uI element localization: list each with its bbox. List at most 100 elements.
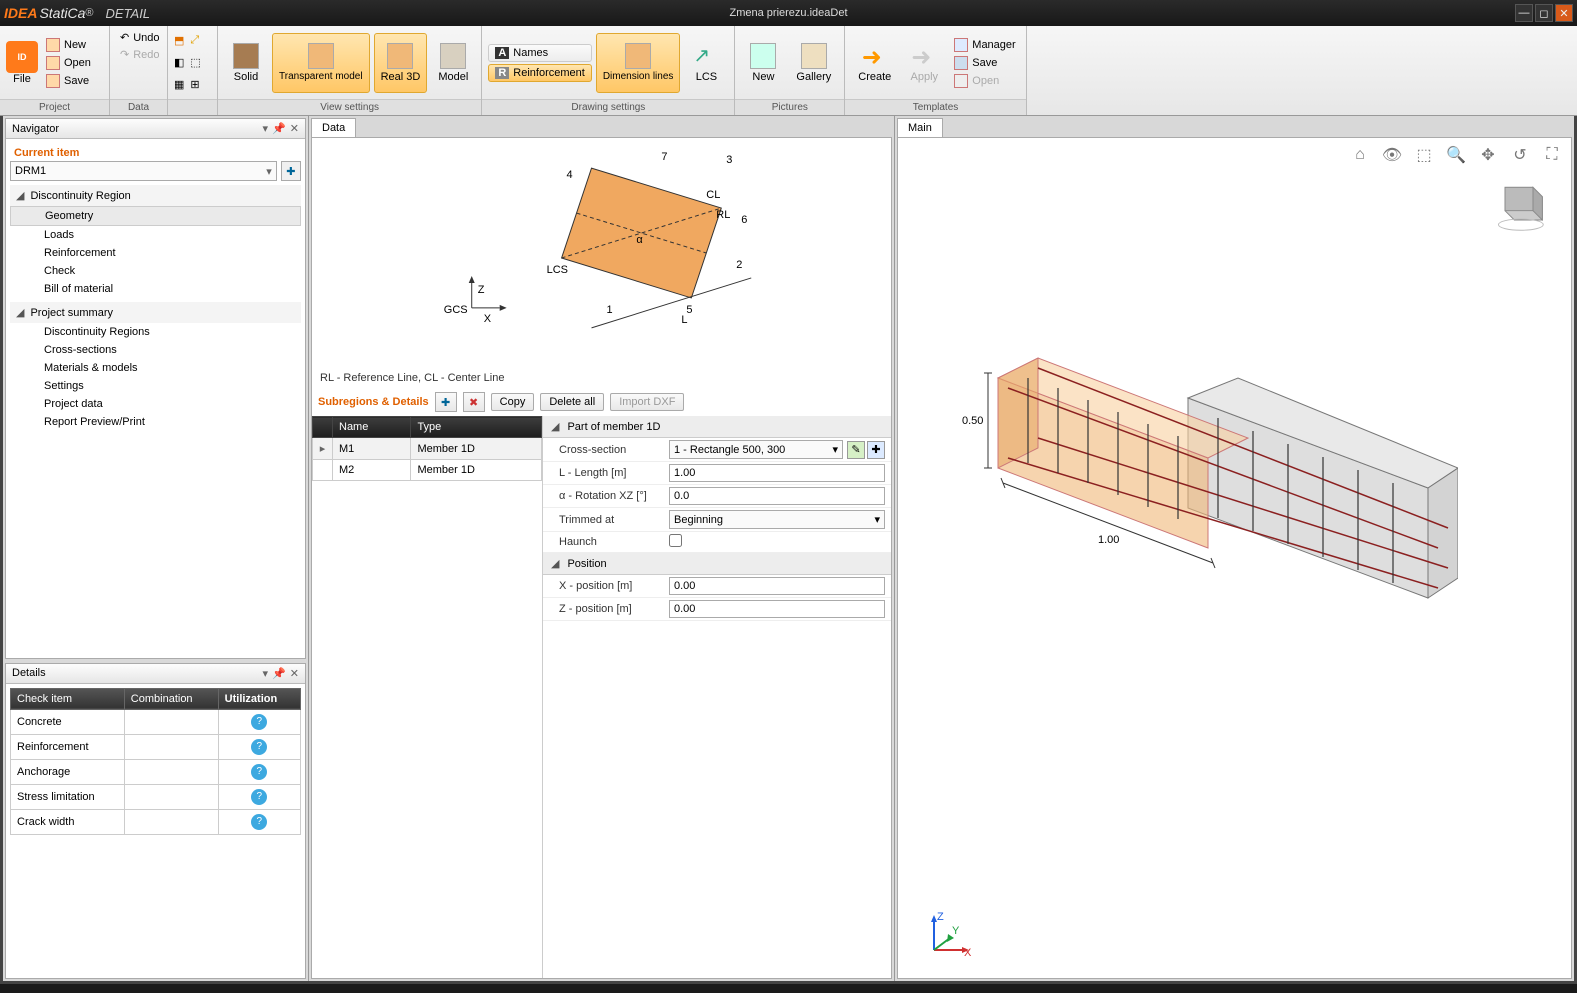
data-tab[interactable]: Data <box>311 118 356 137</box>
toggle-icon[interactable]: ⤢ <box>190 34 199 47</box>
info-icon[interactable]: ? <box>251 739 267 755</box>
panel-close-icon[interactable]: ✕ <box>290 122 299 135</box>
nav-item[interactable]: Report Preview/Print <box>10 413 301 431</box>
gallery-button[interactable]: Gallery <box>789 33 838 93</box>
3d-viewport[interactable]: ⌂ 👁 ⬚ 🔍 ✥ ↺ ⛶ <box>897 137 1572 979</box>
dimension-lines-button[interactable]: Dimension lines <box>596 33 681 93</box>
solid-button[interactable]: Solid <box>224 33 268 93</box>
info-icon[interactable]: ? <box>251 789 267 805</box>
panel-menu-icon[interactable]: ▾ <box>263 122 269 135</box>
pin-icon[interactable]: 📌 <box>272 122 286 135</box>
geometry-diagram: 3 7 4 6 2 5 1 CL RL LCS α L <box>312 138 891 368</box>
new-picture-button[interactable]: New <box>741 33 785 93</box>
reinforcement-toggle[interactable]: RReinforcement <box>488 64 592 82</box>
template-open-button[interactable]: Open <box>950 73 1019 89</box>
file-icon: ID <box>6 41 38 73</box>
minimize-button[interactable]: — <box>1515 4 1533 22</box>
info-icon[interactable]: ? <box>251 814 267 830</box>
svg-text:4: 4 <box>567 169 573 181</box>
x-position-input[interactable] <box>669 577 885 595</box>
nav-item[interactable]: Bill of material <box>10 280 301 298</box>
undo-button[interactable]: ↶ Undo <box>116 30 164 45</box>
main-tab[interactable]: Main <box>897 118 943 137</box>
import-dxf-button[interactable]: Import DXF <box>610 393 684 411</box>
copy-button[interactable]: Copy <box>491 393 535 411</box>
model-button[interactable]: Model <box>431 33 475 93</box>
nav-item[interactable]: Geometry <box>10 206 301 226</box>
z-position-input[interactable] <box>669 600 885 618</box>
panel-close-icon[interactable]: ✕ <box>290 667 299 680</box>
nav-item[interactable]: Check <box>10 262 301 280</box>
home-view-icon[interactable]: ⌂ <box>1349 144 1371 166</box>
nav-item[interactable]: Reinforcement <box>10 244 301 262</box>
subregions-title: Subregions & Details <box>318 396 429 408</box>
zoom-icon[interactable]: 🔍 <box>1445 144 1467 166</box>
details-header: Details ▾📌✕ <box>6 664 305 684</box>
panel-menu-icon[interactable]: ▾ <box>263 667 269 680</box>
subregions-grid[interactable]: NameType ▸M1Member 1DM2Member 1D <box>312 416 542 481</box>
length-input[interactable] <box>669 464 885 482</box>
trimmed-select[interactable]: Beginning▾ <box>669 510 885 529</box>
file-button[interactable]: File <box>13 73 31 85</box>
toggle-icon[interactable]: ⬚ <box>190 56 200 69</box>
delete-subregion-button[interactable]: ✖ <box>463 392 485 412</box>
pan-icon[interactable]: ✥ <box>1477 144 1499 166</box>
nav-item[interactable]: Discontinuity Regions <box>10 323 301 341</box>
rotate-icon[interactable]: ↺ <box>1509 144 1531 166</box>
nav-item[interactable]: Settings <box>10 377 301 395</box>
apply-template-button[interactable]: ➜Apply <box>902 33 946 93</box>
create-template-button[interactable]: ➜Create <box>851 33 898 93</box>
add-cross-section-icon[interactable]: ✚ <box>867 441 885 459</box>
product-name: DETAIL <box>105 6 150 21</box>
nav-item[interactable]: Cross-sections <box>10 341 301 359</box>
cross-section-select[interactable]: 1 - Rectangle 500, 300▾ <box>669 440 843 459</box>
grid-row[interactable]: M2Member 1D <box>313 460 542 481</box>
delete-all-button[interactable]: Delete all <box>540 393 604 411</box>
edit-cross-section-icon[interactable]: ✎ <box>847 441 865 459</box>
eye-icon[interactable]: 👁 <box>1381 144 1403 166</box>
fullscreen-icon[interactable]: ⛶ <box>1541 144 1563 166</box>
svg-text:0.50: 0.50 <box>962 415 983 427</box>
lcs-button[interactable]: ↗LCS <box>684 33 728 93</box>
3d-model: 0.50 1.00 <box>958 338 1458 698</box>
svg-text:X: X <box>964 947 972 959</box>
nav-group[interactable]: ◢Project summary <box>10 302 301 323</box>
brand-logo: IDEA <box>4 5 37 21</box>
toggle-icon[interactable]: ▦ <box>174 78 184 91</box>
info-icon[interactable]: ? <box>251 764 267 780</box>
redo-button[interactable]: ↷ Redo <box>116 47 164 62</box>
save-button[interactable]: Save <box>42 73 95 89</box>
maximize-button[interactable]: ◻ <box>1535 4 1553 22</box>
view-cube[interactable] <box>1491 178 1547 234</box>
add-item-button[interactable]: ✚ <box>281 161 301 181</box>
select-icon[interactable]: ⬚ <box>1413 144 1435 166</box>
names-toggle[interactable]: ANames <box>488 44 592 62</box>
nav-item[interactable]: Loads <box>10 226 301 244</box>
toggle-icon[interactable]: ◧ <box>174 56 184 69</box>
new-button[interactable]: New <box>42 37 95 53</box>
rotation-input[interactable] <box>669 487 885 505</box>
svg-text:X: X <box>484 313 492 325</box>
document-title: Zmena prierezu.ideaDet <box>729 7 847 19</box>
svg-text:2: 2 <box>736 259 742 271</box>
nav-item[interactable]: Materials & models <box>10 359 301 377</box>
add-subregion-button[interactable]: ✚ <box>435 392 457 412</box>
real-3d-button[interactable]: Real 3D <box>374 33 428 93</box>
toggle-icon[interactable]: ⊞ <box>190 78 199 91</box>
nav-group[interactable]: ◢Discontinuity Region <box>10 185 301 206</box>
open-button[interactable]: Open <box>42 55 95 71</box>
transparent-model-button[interactable]: Transparent model <box>272 33 370 93</box>
details-row: Concrete? <box>11 709 301 734</box>
toggle-icon[interactable]: ⬒ <box>174 34 184 47</box>
svg-text:CL: CL <box>706 189 720 201</box>
current-item-dropdown[interactable]: DRM1▾ <box>10 161 277 181</box>
grid-row[interactable]: ▸M1Member 1D <box>313 438 542 460</box>
haunch-checkbox[interactable] <box>669 534 682 547</box>
nav-item[interactable]: Project data <box>10 395 301 413</box>
info-icon[interactable]: ? <box>251 714 267 730</box>
pin-icon[interactable]: 📌 <box>272 667 286 680</box>
svg-text:1: 1 <box>606 304 612 316</box>
template-manager-button[interactable]: Manager <box>950 37 1019 53</box>
close-button[interactable]: ✕ <box>1555 4 1573 22</box>
template-save-button[interactable]: Save <box>950 55 1019 71</box>
